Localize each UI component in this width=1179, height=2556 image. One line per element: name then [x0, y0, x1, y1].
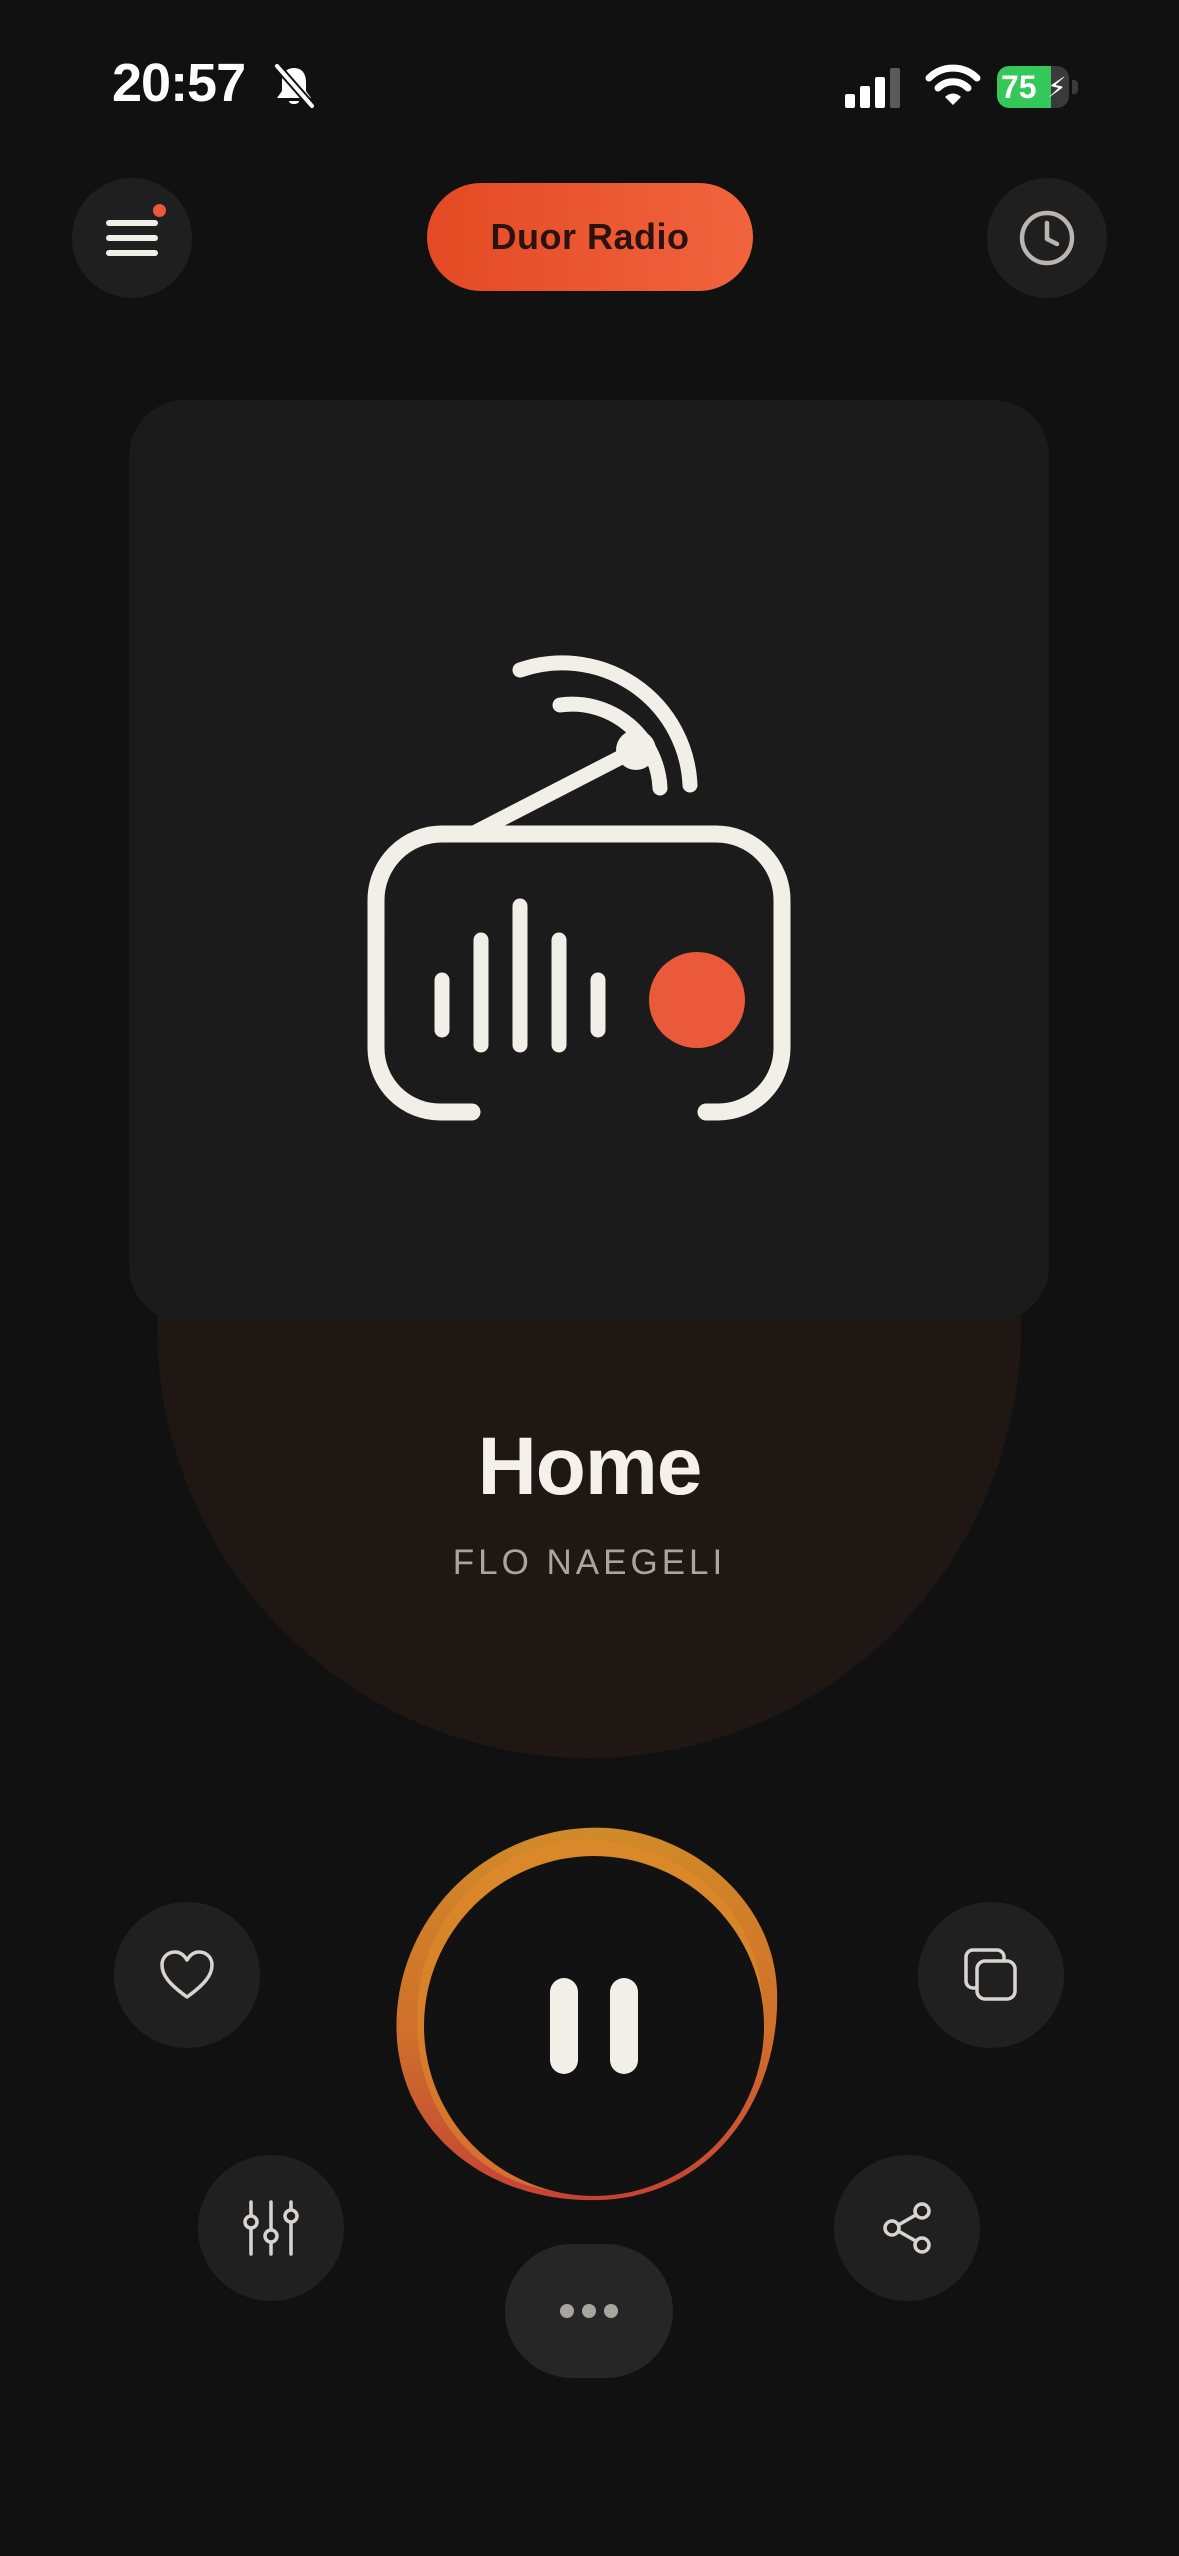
hamburger-menu-icon [106, 220, 158, 256]
sliders-icon [243, 2200, 299, 2256]
track-artist: FLO NAEGELI [452, 1543, 727, 1582]
pause-button[interactable] [424, 1856, 764, 2196]
favorite-button[interactable] [114, 1902, 260, 2048]
cellular-signal-icon [845, 68, 900, 108]
history-button[interactable] [987, 178, 1107, 298]
queue-button[interactable] [918, 1902, 1064, 2048]
station-title-button[interactable]: Duor Radio [427, 183, 753, 291]
notification-badge [153, 204, 166, 217]
clock-icon [1019, 210, 1075, 266]
more-options-button[interactable] [505, 2244, 673, 2378]
pause-icon [550, 1978, 638, 2074]
battery-percentage: 75 [1001, 69, 1037, 105]
heart-icon [160, 1950, 214, 1999]
share-button[interactable] [834, 2155, 980, 2301]
menu-button[interactable] [72, 178, 192, 298]
status-bar: 20:57 75 ⚡ [0, 0, 1179, 175]
track-title: Home [477, 1421, 703, 1512]
play-pause-control[interactable] [385, 1820, 785, 2210]
battery-charging-icon: 75 ⚡ [997, 66, 1079, 108]
radio-icon [367, 655, 791, 1121]
bell-slash-icon [273, 62, 316, 110]
status-time: 20:57 [112, 53, 246, 113]
share-icon [883, 2202, 931, 2254]
ellipsis-icon [560, 2304, 618, 2318]
charging-bolt-icon: ⚡ [1047, 72, 1067, 103]
wifi-icon [925, 64, 981, 105]
copy-icon [964, 1948, 1017, 2001]
equalizer-button[interactable] [198, 2155, 344, 2301]
